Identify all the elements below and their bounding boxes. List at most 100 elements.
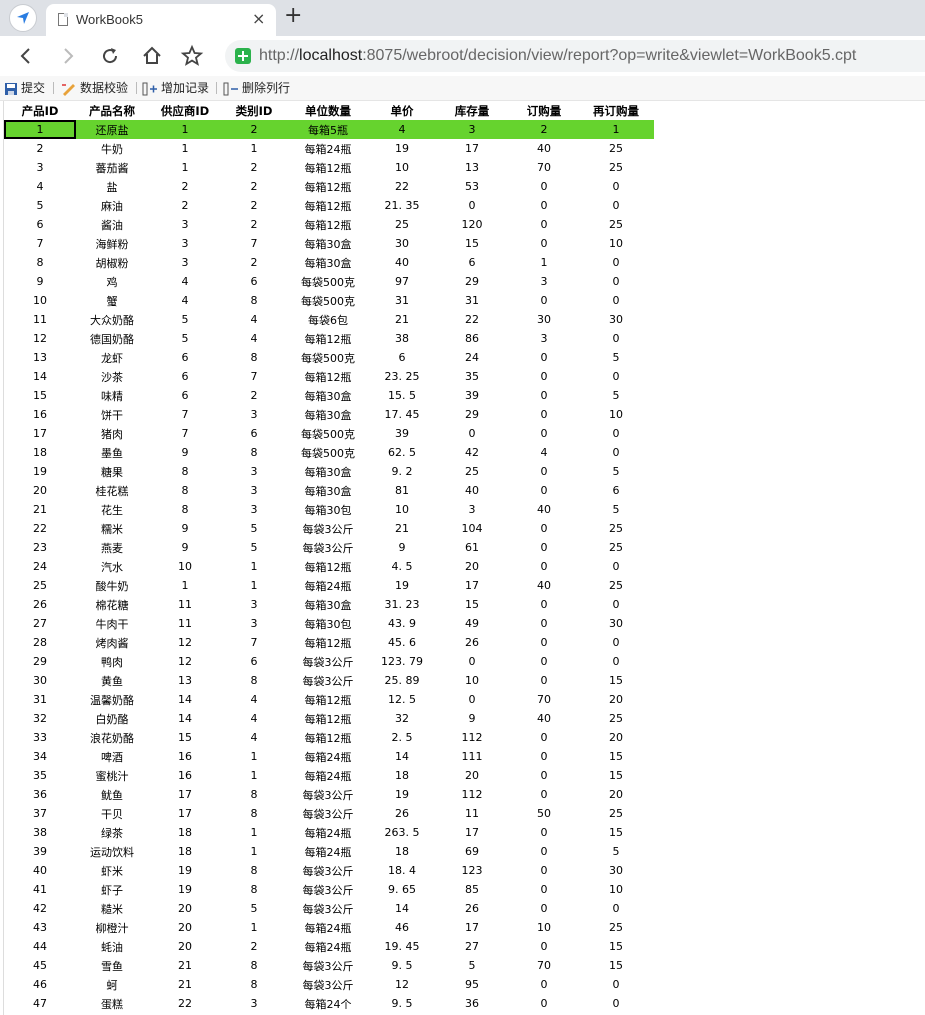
table-row[interactable]: 19 糖果 8 3 每箱30盒 9. 2 25 0 5 — [4, 462, 654, 481]
table-cell[interactable]: 25 — [578, 804, 654, 823]
table-row[interactable]: 17 猪肉 7 6 每袋500克 39 0 0 0 — [4, 424, 654, 443]
table-cell[interactable]: 62. 5 — [370, 443, 434, 462]
table-cell[interactable]: 0 — [510, 291, 578, 310]
table-cell[interactable]: 蕃茄酱 — [76, 158, 148, 177]
table-cell[interactable]: 0 — [510, 348, 578, 367]
table-cell[interactable]: 13 — [434, 158, 510, 177]
table-cell[interactable]: 每箱24瓶 — [286, 139, 370, 158]
table-cell[interactable]: 5 — [222, 538, 286, 557]
table-cell[interactable]: 17 — [434, 576, 510, 595]
table-cell[interactable]: 70 — [510, 158, 578, 177]
table-cell[interactable]: 22 — [370, 177, 434, 196]
table-row[interactable]: 33 浪花奶酪 15 4 每箱12瓶 2. 5 112 0 20 — [4, 728, 654, 747]
table-cell[interactable]: 5 — [222, 519, 286, 538]
reload-icon[interactable] — [98, 44, 122, 68]
table-cell[interactable]: 27 — [434, 937, 510, 956]
forward-icon[interactable] — [56, 44, 80, 68]
table-cell[interactable]: 3 — [148, 215, 222, 234]
table-cell[interactable]: 0 — [510, 861, 578, 880]
table-cell[interactable]: 19. 45 — [370, 937, 434, 956]
table-cell[interactable]: 1 — [222, 823, 286, 842]
table-cell[interactable]: 49 — [434, 614, 510, 633]
table-cell[interactable]: 47 — [4, 994, 76, 1013]
table-cell[interactable]: 糯米 — [76, 519, 148, 538]
table-cell[interactable]: 61 — [434, 538, 510, 557]
table-cell[interactable]: 5 — [578, 462, 654, 481]
table-cell[interactable]: 30 — [578, 861, 654, 880]
table-cell[interactable]: 9 — [148, 443, 222, 462]
table-cell[interactable]: 29 — [434, 272, 510, 291]
table-cell[interactable]: 烤肉酱 — [76, 633, 148, 652]
table-cell[interactable]: 0 — [510, 842, 578, 861]
table-cell[interactable]: 14 — [148, 690, 222, 709]
table-cell[interactable]: 0 — [578, 595, 654, 614]
table-cell[interactable]: 20 — [434, 557, 510, 576]
table-cell[interactable]: 浪花奶酪 — [76, 728, 148, 747]
table-row[interactable]: 34 啤酒 16 1 每箱24瓶 14 111 0 15 — [4, 747, 654, 766]
table-cell[interactable]: 21. 35 — [370, 196, 434, 215]
table-cell[interactable]: 7 — [222, 367, 286, 386]
table-cell[interactable]: 0 — [510, 557, 578, 576]
table-cell[interactable]: 70 — [510, 956, 578, 975]
table-cell[interactable]: 12. 5 — [370, 690, 434, 709]
table-cell[interactable]: 黄鱼 — [76, 671, 148, 690]
table-cell[interactable]: 0 — [578, 633, 654, 652]
table-cell[interactable]: 1 — [222, 747, 286, 766]
table-cell[interactable]: 22 — [148, 994, 222, 1013]
home-icon[interactable] — [140, 44, 164, 68]
table-cell[interactable]: 0 — [510, 595, 578, 614]
table-cell[interactable]: 21 — [370, 310, 434, 329]
table-cell[interactable]: 0 — [510, 937, 578, 956]
table-cell[interactable]: 0 — [510, 823, 578, 842]
table-cell[interactable]: 29 — [434, 405, 510, 424]
table-row[interactable]: 14 沙茶 6 7 每箱12瓶 23. 25 35 0 0 — [4, 367, 654, 386]
table-cell[interactable]: 0 — [510, 671, 578, 690]
table-cell[interactable]: 70 — [510, 690, 578, 709]
table-cell[interactable]: 墨鱼 — [76, 443, 148, 462]
validate-data-button[interactable]: 数据校验 — [61, 79, 128, 97]
table-cell[interactable]: 9 — [434, 709, 510, 728]
table-cell[interactable]: 0 — [510, 899, 578, 918]
table-cell[interactable]: 24 — [434, 348, 510, 367]
table-row[interactable]: 40 虾米 19 8 每袋3公斤 18. 4 123 0 30 — [4, 861, 654, 880]
table-cell[interactable]: 8 — [222, 804, 286, 823]
table-cell[interactable]: 14 — [370, 899, 434, 918]
table-cell[interactable]: 0 — [510, 633, 578, 652]
table-row[interactable]: 13 龙虾 6 8 每袋500克 6 24 0 5 — [4, 348, 654, 367]
table-row[interactable]: 8 胡椒粉 3 2 每箱30盒 40 6 1 0 — [4, 253, 654, 272]
table-cell[interactable]: 34 — [4, 747, 76, 766]
table-cell[interactable]: 25 — [434, 462, 510, 481]
table-cell[interactable]: 12 — [148, 633, 222, 652]
table-cell[interactable]: 糖果 — [76, 462, 148, 481]
table-cell[interactable]: 12 — [4, 329, 76, 348]
delete-row-button[interactable]: 删除列行 — [223, 79, 290, 97]
table-cell[interactable]: 还原盐 — [76, 120, 148, 139]
table-cell[interactable]: 104 — [434, 519, 510, 538]
table-cell[interactable]: 32 — [370, 709, 434, 728]
table-cell[interactable]: 39 — [370, 424, 434, 443]
table-row[interactable]: 24 汽水 10 1 每箱12瓶 4. 5 20 0 0 — [4, 557, 654, 576]
table-row[interactable]: 11 大众奶酪 5 4 每袋6包 21 22 30 30 — [4, 310, 654, 329]
table-cell[interactable]: 0 — [510, 177, 578, 196]
table-cell[interactable]: 11 — [4, 310, 76, 329]
table-cell[interactable]: 5 — [578, 386, 654, 405]
table-cell[interactable]: 5 — [222, 899, 286, 918]
table-cell[interactable]: 38 — [4, 823, 76, 842]
table-cell[interactable]: 1 — [222, 842, 286, 861]
table-cell[interactable]: 虾子 — [76, 880, 148, 899]
table-cell[interactable]: 1 — [222, 139, 286, 158]
table-cell[interactable]: 25 — [578, 918, 654, 937]
table-cell[interactable]: 每箱30包 — [286, 614, 370, 633]
add-record-button[interactable]: 增加记录 — [142, 79, 209, 97]
table-cell[interactable]: 7 — [222, 234, 286, 253]
table-row[interactable]: 45 雪鱼 21 8 每袋3公斤 9. 5 5 70 15 — [4, 956, 654, 975]
table-cell[interactable]: 263. 5 — [370, 823, 434, 842]
table-cell[interactable]: 蟹 — [76, 291, 148, 310]
table-cell[interactable]: 4 — [222, 690, 286, 709]
table-row[interactable]: 26 棉花糖 11 3 每箱30盒 31. 23 15 0 0 — [4, 595, 654, 614]
table-cell[interactable]: 鸭肉 — [76, 652, 148, 671]
table-cell[interactable]: 4 — [148, 291, 222, 310]
table-cell[interactable]: 6 — [148, 348, 222, 367]
table-cell[interactable]: 6 — [148, 386, 222, 405]
table-cell[interactable]: 味精 — [76, 386, 148, 405]
